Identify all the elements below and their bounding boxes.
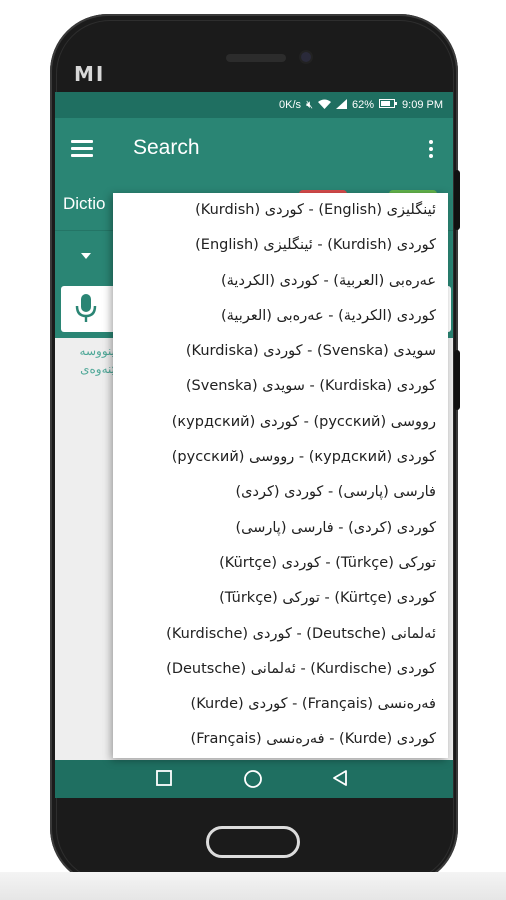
dropdown-option[interactable]: کوردی (Kurde) - فەرەنسی (Français) (113, 722, 448, 757)
hint-line: ینووسه (79, 344, 115, 358)
home-button[interactable] (206, 826, 300, 858)
floor-shadow (0, 872, 506, 900)
dropdown-option[interactable]: رووسی (русский) - کوردی (курдский) (113, 405, 448, 440)
mute-icon: 🔇︎ (306, 98, 313, 111)
battery-icon (379, 99, 398, 111)
back-button[interactable] (331, 769, 349, 792)
volume-button (454, 170, 460, 230)
dropdown-option[interactable]: کوردی (курдский) - رووسی (русский) (113, 440, 448, 475)
hint-line: ێنەوەی (80, 362, 115, 376)
power-button (454, 350, 460, 410)
navigation-bar (55, 760, 453, 798)
dropdown-option[interactable]: کوردی (الكردية) - عەرەبی (العربية) (113, 299, 448, 334)
overflow-menu-icon[interactable] (429, 140, 433, 161)
chevron-down-icon (81, 253, 91, 259)
network-speed: 0K/s (279, 99, 302, 111)
dropdown-option[interactable]: کوردی (Kurdiska) - سویدی (Svenska) (113, 369, 448, 404)
home-nav-button[interactable] (243, 769, 263, 794)
dropdown-option[interactable]: ئینگلیزی (English) - کوردی (Kurdish) (113, 193, 448, 228)
dropdown-option[interactable]: تورکی (Türkçe) - کوردی (Kürtçe) (113, 546, 448, 581)
dropdown-option[interactable]: کوردی (Kurdische) - ئەلمانی (Deutsche) (113, 652, 448, 687)
dropdown-option[interactable]: فارسی (پارسی) - کوردی (کردی) (113, 475, 448, 510)
clock: 9:09 PM (402, 99, 443, 111)
recents-button[interactable] (155, 769, 173, 792)
dictionary-label: Dictio (63, 194, 106, 213)
dropdown-option[interactable]: کوردی (Kurdish) - ئینگلیزی (English) (113, 228, 448, 263)
dropdown-option[interactable]: ئەلمانی (Deutsche) - کوردی (Kurdische) (113, 617, 448, 652)
language-pair-dropdown: ئینگلیزی (English) - کوردی (Kurdish) کور… (113, 193, 448, 758)
signal-icon (336, 98, 347, 112)
page-title: Search (133, 136, 200, 159)
dropdown-option[interactable]: کوردی (کردی) - فارسی (پارسی) (113, 511, 448, 546)
dropdown-option[interactable]: فەرەنسی (Français) - کوردی (Kurde) (113, 687, 448, 722)
earpiece-speaker (226, 54, 286, 62)
dropdown-option[interactable]: سویدی (Svenska) - کوردی (Kurdiska) (113, 334, 448, 369)
wifi-icon (318, 99, 331, 112)
status-bar: 0K/s 🔇︎ 62% 9:09 PM (55, 92, 453, 118)
hamburger-menu-icon[interactable] (71, 140, 93, 158)
front-camera (301, 52, 311, 62)
battery-percent: 62% (352, 99, 375, 111)
microphone-icon[interactable] (75, 292, 97, 324)
app-bar: Search (55, 118, 453, 182)
dropdown-option[interactable]: عەرەبی (العربية) - کوردی (الكردية) (113, 264, 448, 299)
hint-text: ینووسه ێنەوەی (63, 342, 115, 378)
dropdown-option[interactable]: کوردی (Kürtçe) - تورکی (Türkçe) (113, 581, 448, 616)
brand-logo: MI (74, 62, 106, 86)
